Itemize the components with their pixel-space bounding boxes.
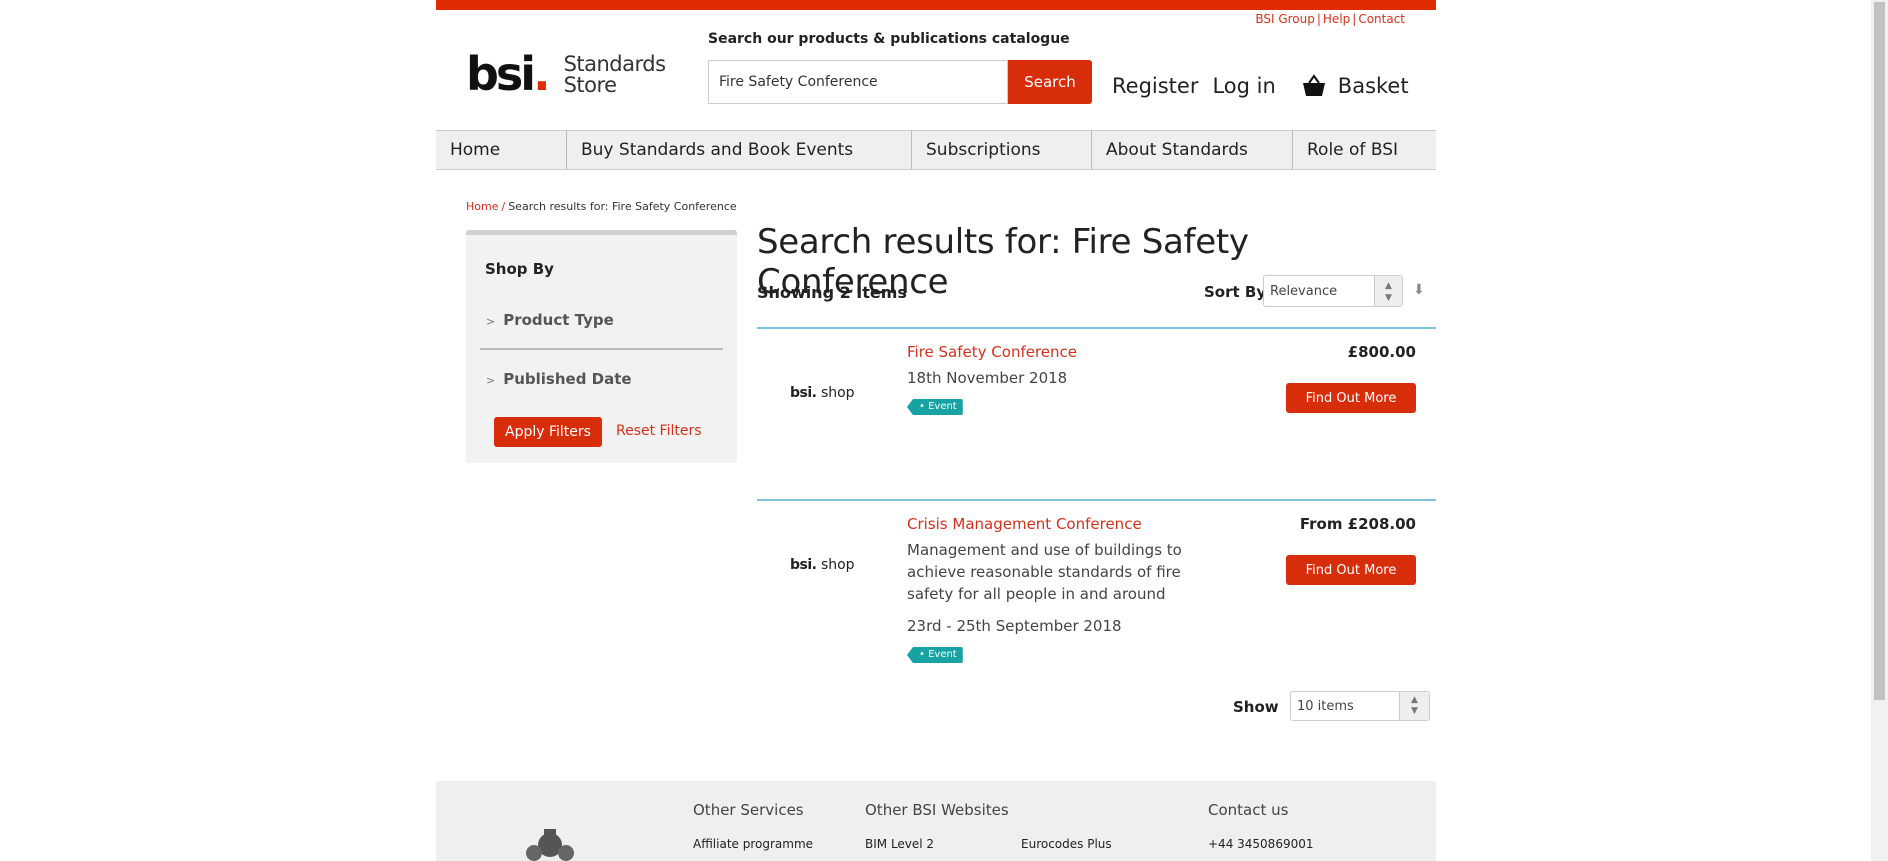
footer-phone[interactable]: +44 3450869001 <box>1208 837 1314 851</box>
bsi-logo-mark: bsi. <box>466 47 551 101</box>
page: BSI Group | Help | Contact bsi. Standards St… <box>436 0 1436 861</box>
bsi-standards-store-logo[interactable]: bsi. Standards Store <box>466 47 666 101</box>
footer-contact-title: Contact us <box>1208 801 1289 819</box>
spinner-arrows-icon: ▲ ▼ <box>1374 276 1402 306</box>
login-link[interactable]: Log in <box>1212 74 1275 98</box>
result-date: 18th November 2018 <box>907 369 1068 387</box>
main-nav: Home Buy Standards and Book Events Subsc… <box>436 130 1436 170</box>
basket-link[interactable]: Basket <box>1338 74 1409 98</box>
spinner-arrows-icon: ▲ ▼ <box>1399 692 1429 720</box>
nav-home[interactable]: Home <box>436 131 567 169</box>
help-link[interactable]: Help <box>1323 12 1350 26</box>
show-label: Show <box>1233 698 1279 716</box>
result-description: Management and use of buildings to achie… <box>907 541 1182 603</box>
result-title[interactable]: Fire Safety Conference <box>907 343 1077 361</box>
nav-buy-standards[interactable]: Buy Standards and Book Events <box>567 131 912 169</box>
store-wordmark: Standards Store <box>563 52 666 97</box>
result-price: £800.00 <box>1347 343 1416 361</box>
find-out-more-button[interactable]: Find Out More <box>1286 555 1416 585</box>
bsi-group-link[interactable]: BSI Group <box>1255 12 1315 26</box>
page-scrollbar[interactable] <box>1871 0 1888 861</box>
royal-charter-crest-icon <box>526 829 574 861</box>
search-button[interactable]: Search <box>1008 60 1092 104</box>
basket-icon[interactable] <box>1300 74 1328 98</box>
sort-direction-icon[interactable]: ⬇ <box>1413 282 1425 298</box>
footer-other-services-title: Other Services <box>693 801 804 819</box>
breadcrumb-home[interactable]: Home <box>466 200 498 213</box>
items-per-page-select[interactable]: 10 items ▲ ▼ <box>1290 691 1430 721</box>
results-count: Showing 2 Items <box>757 283 907 302</box>
filter-product-type[interactable]: > Product Type <box>486 311 614 329</box>
footer-affiliate-link[interactable]: Affiliate programme <box>693 837 813 851</box>
separator: | <box>1352 12 1357 26</box>
account-links: Register Log in Basket <box>1112 74 1423 98</box>
reset-filters-link[interactable]: Reset Filters <box>616 423 702 439</box>
breadcrumb: Home / Search results for: Fire Safety Con… <box>466 200 737 213</box>
result-title[interactable]: Crisis Management Conference <box>907 515 1142 533</box>
shop-by-title: Shop By <box>485 260 554 278</box>
footer-eurocodes-link[interactable]: Eurocodes Plus <box>1021 837 1112 851</box>
search-label: Search our products & publications catal… <box>708 31 1070 47</box>
event-tag: • Event <box>907 647 963 663</box>
filter-published-date[interactable]: > Published Date <box>486 370 632 388</box>
chevron-right-icon: > <box>486 315 496 328</box>
nav-subscriptions[interactable]: Subscriptions <box>912 131 1092 169</box>
scrollbar-thumb[interactable] <box>1874 2 1885 700</box>
apply-filters-button[interactable]: Apply Filters <box>494 417 602 447</box>
sort-select[interactable]: Relevance ▲ ▼ <box>1263 275 1403 307</box>
footer-other-bsi-title: Other BSI Websites <box>865 801 1009 819</box>
footer: Other Services Other BSI Websites Contac… <box>436 781 1436 861</box>
top-accent-bar <box>436 0 1436 10</box>
event-tag: • Event <box>907 399 963 415</box>
register-link[interactable]: Register <box>1112 74 1198 98</box>
search-input[interactable] <box>708 60 1008 104</box>
filter-sidebar: Shop By > Product Type > Published Date Ap… <box>466 230 737 463</box>
find-out-more-button[interactable]: Find Out More <box>1286 383 1416 413</box>
nav-role-of-bsi[interactable]: Role of BSI <box>1293 131 1436 169</box>
result-price: From £208.00 <box>1299 515 1416 533</box>
nav-about-standards[interactable]: About Standards <box>1092 131 1293 169</box>
utility-links: BSI Group | Help | Contact <box>1255 12 1405 26</box>
sort-by-label: Sort By <box>1204 283 1267 301</box>
chevron-right-icon: > <box>486 374 496 387</box>
filter-divider <box>480 348 723 350</box>
result-date: 23rd - 25th September 2018 <box>907 617 1122 635</box>
separator: | <box>1316 12 1321 26</box>
product-thumbnail[interactable]: bsi. shop <box>790 557 855 573</box>
contact-link[interactable]: Contact <box>1358 12 1405 26</box>
breadcrumb-current: Search results for: Fire Safety Conferen… <box>508 200 737 213</box>
result-item: bsi. shop Crisis Management Conference M… <box>757 499 1436 679</box>
breadcrumb-separator: / <box>501 200 506 213</box>
result-item: bsi. shop Fire Safety Conference 18th No… <box>757 327 1436 499</box>
footer-bim-link[interactable]: BIM Level 2 <box>865 837 934 851</box>
product-thumbnail[interactable]: bsi. shop <box>790 385 855 401</box>
